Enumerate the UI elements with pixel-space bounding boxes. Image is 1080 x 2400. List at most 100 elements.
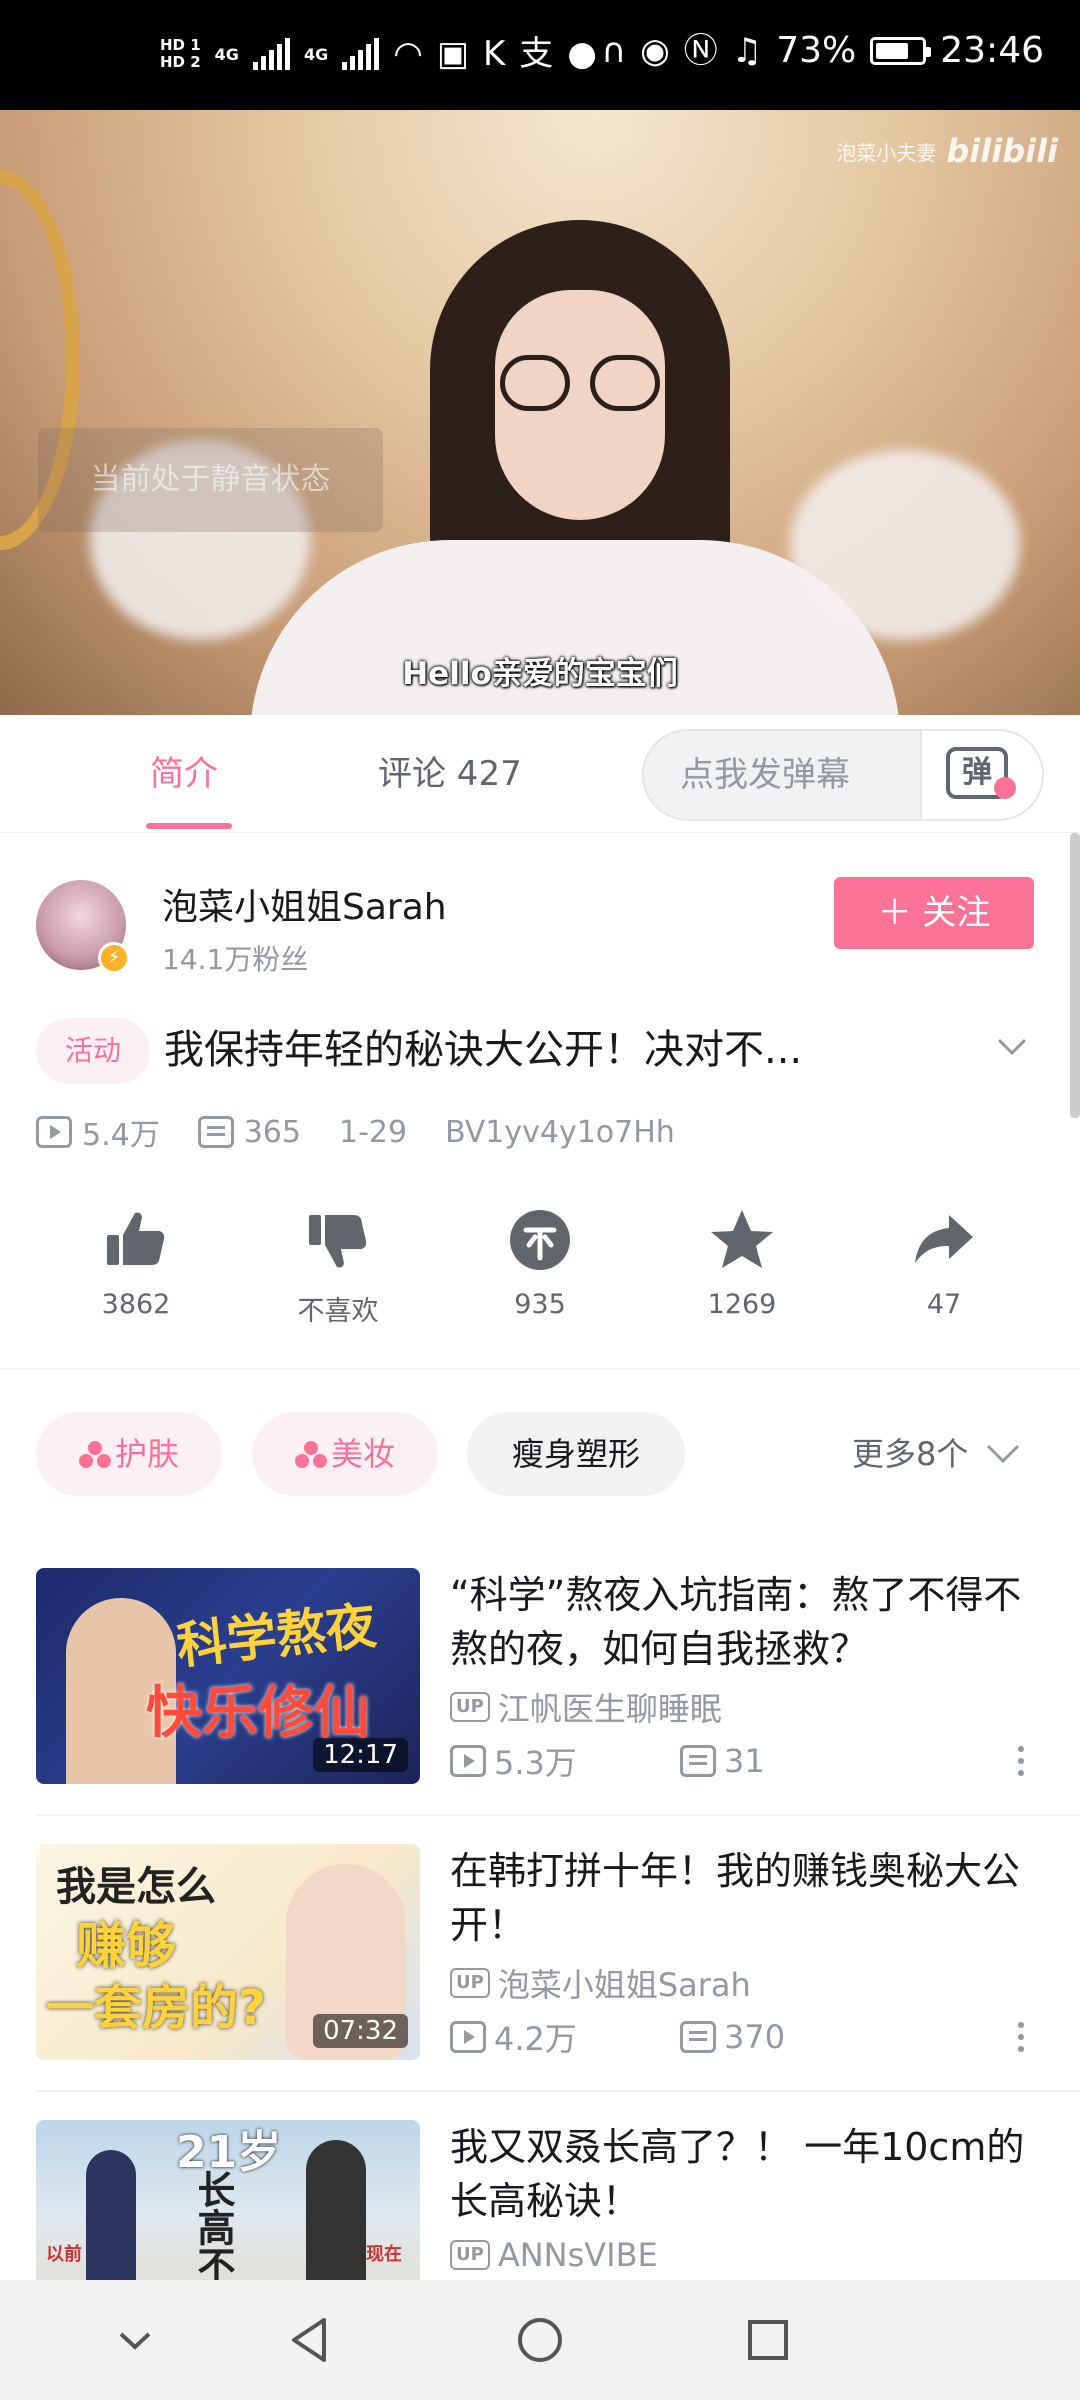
thumbnail-person-before xyxy=(86,2150,136,2280)
battery-icon xyxy=(870,36,932,65)
danmaku-check-icon xyxy=(994,777,1016,799)
rec-danmaku: 370 xyxy=(680,2018,785,2056)
rec-uploader-name: ANNsVIBE xyxy=(497,2236,658,2274)
thumbnail-caption-3: 一套房的? xyxy=(46,1980,266,2036)
tab-comments[interactable]: 评论 427 xyxy=(378,715,522,833)
rec-views-count: 4.2万 xyxy=(494,2020,577,2058)
up-badge-icon: UP xyxy=(450,2240,490,2270)
recents-square-icon[interactable] xyxy=(738,2310,798,2370)
rec-views: 4.2万 xyxy=(450,2014,680,2060)
row-divider xyxy=(36,2090,1080,2092)
uploader-avatar[interactable]: ⚡ xyxy=(36,880,130,974)
follow-button[interactable]: ＋ 关注 xyxy=(834,877,1034,949)
like-button[interactable]: 3862 xyxy=(36,1205,236,1328)
up-badge-icon: UP xyxy=(450,1968,490,1998)
video-title[interactable]: 我保持年轻的秘诀大公开！决对不... xyxy=(164,1020,802,1080)
topic-icon xyxy=(294,1441,327,1469)
list-item[interactable]: 21岁 长高不 以前 现在 我又双叒长高了？！ 一年10cm的长高秘诀！ UP A… xyxy=(36,2120,1044,2280)
chevron-down-icon xyxy=(987,1444,1020,1464)
video-player[interactable]: 当前处于静音状态 泡菜小夫妻 bilibili Hello亲爱的宝宝们 xyxy=(0,110,1080,715)
tag-slimming[interactable]: 瘦身塑形 xyxy=(467,1412,685,1496)
tag-skincare[interactable]: 护肤 xyxy=(36,1412,222,1496)
danmaku-count-icon xyxy=(680,2021,716,2053)
app-k-icon: K xyxy=(483,34,506,74)
status-bar-left: HD 1 HD 2 4G 4G ◠ ▣ K 支 ● xyxy=(160,34,597,74)
danmaku-toggle-button[interactable]: 弹 xyxy=(920,731,1042,819)
rec-danmaku-count: 31 xyxy=(724,1742,765,1780)
play-count-icon xyxy=(450,1745,486,1777)
video-thumbnail[interactable]: 我是怎么 赚够 一套房的? 07:32 xyxy=(36,1844,420,2060)
thumbnail-person-now xyxy=(306,2140,366,2280)
signal-icon-2 xyxy=(342,38,380,70)
more-tags-label: 更多8个 xyxy=(852,1435,969,1473)
list-item[interactable]: 科学熬夜 快乐修仙 12:17 “科学”熬夜入坑指南：熬了不得不熬的夜，如何自我… xyxy=(36,1568,1044,1786)
rec-uploader-name: 江帆医生聊睡眠 xyxy=(497,1690,722,1728)
verified-badge-icon: ⚡ xyxy=(98,942,130,974)
topic-icon xyxy=(78,1441,111,1469)
danmaku-stat: 365 xyxy=(197,1114,301,1150)
presenter-arm-right xyxy=(790,450,1020,640)
watermark-channel: 泡菜小夫妻 xyxy=(836,140,937,165)
collapse-nav-icon[interactable] xyxy=(105,2310,165,2370)
status-bar-right: ∩ ◉ Ⓝ ♫ 73% 23:46 xyxy=(601,30,1044,71)
favorite-button[interactable]: 1269 xyxy=(642,1205,842,1328)
rec-title[interactable]: 我又双叒长高了？！ 一年10cm的长高秘诀！ xyxy=(450,2120,1044,2228)
thumbnail-caption-1: 科学熬夜 xyxy=(173,1596,379,1676)
more-tags-button[interactable]: 更多8个 xyxy=(852,1412,1020,1496)
uploader-name[interactable]: 泡菜小姐姐Sarah xyxy=(162,878,447,930)
network-type-1: 4G xyxy=(214,44,239,64)
coin-button[interactable]: 935 xyxy=(440,1205,640,1328)
share-button[interactable]: 47 xyxy=(844,1205,1044,1328)
thumbnail-caption-1: 我是怎么 xyxy=(56,1864,216,1910)
rec-title[interactable]: 在韩打拼十年！我的赚钱奥秘大公开！ xyxy=(450,1844,1044,1952)
dislike-button[interactable]: 不喜欢 xyxy=(238,1205,438,1328)
rec-uploader[interactable]: UP 泡菜小姐姐Sarah xyxy=(450,1960,751,2006)
rec-stats: 4.2万 370 xyxy=(450,2014,785,2060)
uploader-fans: 14.1万粉丝 xyxy=(162,943,309,976)
home-circle-icon[interactable] xyxy=(510,2310,570,2370)
video-thumbnail[interactable]: 科学熬夜 快乐修仙 12:17 xyxy=(36,1568,420,1784)
tab-active-indicator xyxy=(146,823,232,829)
section-divider xyxy=(0,1368,1080,1370)
views-stat: 5.4万 xyxy=(36,1110,160,1154)
battery-percent: 73% xyxy=(776,30,857,71)
wifi-icon: ◠ xyxy=(393,34,423,74)
scrollbar[interactable] xyxy=(1070,833,1080,1118)
danmaku-count: 365 xyxy=(243,1114,301,1150)
eye-icon: ◉ xyxy=(640,30,670,71)
hd1-label: HD 1 xyxy=(160,36,201,54)
like-count: 3862 xyxy=(101,1289,171,1320)
star-icon xyxy=(711,1210,773,1268)
favorite-count: 1269 xyxy=(707,1289,777,1320)
tag-makeup-label: 美妆 xyxy=(330,1435,395,1473)
mute-toast: 当前处于静音状态 xyxy=(38,428,383,532)
battery-fill xyxy=(876,42,909,59)
chevron-down-icon[interactable] xyxy=(996,1030,1028,1062)
more-options-icon[interactable] xyxy=(1018,1746,1026,1780)
rec-danmaku: 31 xyxy=(680,1742,765,1780)
video-watermark: 泡菜小夫妻 bilibili xyxy=(836,132,1058,170)
action-bar: 3862 不喜欢 935 1269 47 xyxy=(36,1205,1044,1328)
video-thumbnail[interactable]: 21岁 长高不 以前 现在 xyxy=(36,2120,420,2280)
video-stats: 5.4万 365 1-29 BV1yv4y1o7Hh xyxy=(36,1110,695,1154)
tag-makeup[interactable]: 美妆 xyxy=(252,1412,438,1496)
clock: 23:46 xyxy=(940,30,1044,71)
activity-tag[interactable]: 活动 xyxy=(36,1018,150,1084)
more-options-icon[interactable] xyxy=(1018,2022,1026,2056)
coin-icon xyxy=(510,1210,570,1270)
rec-uploader[interactable]: UP 江帆医生聊睡眠 xyxy=(450,1684,722,1730)
thumbnail-caption-2: 长高不 xyxy=(191,2170,235,2280)
tab-intro[interactable]: 简介 xyxy=(150,715,218,833)
views-count: 5.4万 xyxy=(82,1118,160,1153)
rec-uploader[interactable]: UP ANNsVIBE xyxy=(450,2236,658,2274)
back-triangle-icon[interactable] xyxy=(280,2310,340,2370)
hd-indicator: HD 1 HD 2 xyxy=(160,37,201,71)
status-bar: HD 1 HD 2 4G 4G ◠ ▣ K 支 ● ∩ ◉ Ⓝ ♫ 73% 23… xyxy=(0,0,1080,110)
thumbs-up-icon xyxy=(107,1212,165,1265)
rec-uploader-name: 泡菜小姐姐Sarah xyxy=(497,1966,751,2004)
rec-title[interactable]: “科学”熬夜入坑指南：熬了不得不熬的夜，如何自我拯救？ xyxy=(450,1568,1044,1676)
list-item[interactable]: 我是怎么 赚够 一套房的? 07:32 在韩打拼十年！我的赚钱奥秘大公开！ UP… xyxy=(36,1844,1044,2062)
alipay-icon: 支 xyxy=(519,34,554,74)
danmaku-input[interactable]: 点我发弹幕 弹 xyxy=(642,729,1044,821)
system-nav-bar xyxy=(0,2280,1080,2400)
